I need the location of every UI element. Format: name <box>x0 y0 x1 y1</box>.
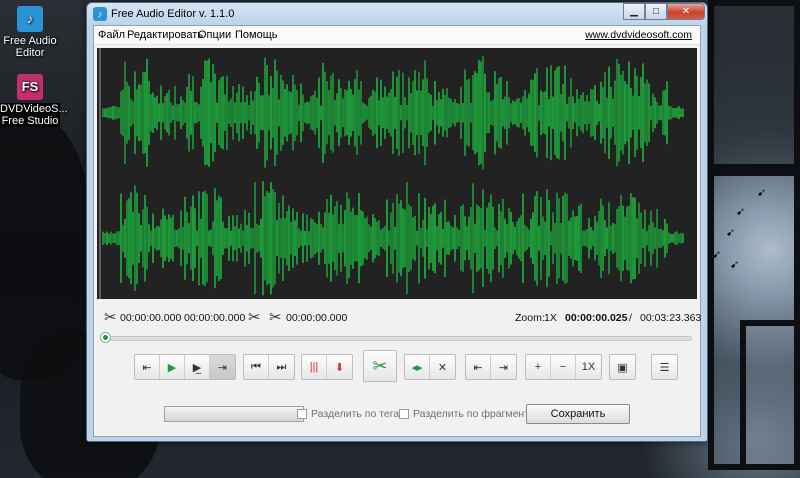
zoom-in-icon: + <box>534 361 542 373</box>
go-to-start-icon: ⇤ <box>473 361 483 374</box>
bird-icon: ➹ <box>757 187 767 199</box>
play-to-end-button[interactable]: ▶̲ <box>185 355 210 379</box>
menu-options[interactable]: Опции <box>198 29 231 41</box>
current-position: 00:00:00.025 <box>565 312 628 324</box>
go-to-end-icon: ⇥ <box>498 361 509 374</box>
split-by-tags-option[interactable]: Разделить по тегам <box>297 408 406 420</box>
window-title: Free Audio Editor v. 1.1.0 <box>111 8 235 20</box>
skip-forward-icon: ⏭ <box>276 360 287 373</box>
skip-back-button[interactable]: ⏮ <box>244 355 269 379</box>
selection-end-scissors-icon[interactable]: ✂ <box>248 308 261 326</box>
cut-button[interactable]: ✂ <box>364 351 396 381</box>
zoom-1x-icon: 1X <box>581 361 596 373</box>
delete-selection-button[interactable]: ✕ <box>430 355 455 379</box>
menu-edit[interactable]: Редактировать <box>127 29 203 41</box>
insert-marker-icon: ⬇ <box>334 361 345 374</box>
time-row: ✂ 00:00:00.000 00:00:00.000 ✂ ✂ 00:00:00… <box>94 308 702 328</box>
bird-icon: ➹ <box>712 249 722 261</box>
audio-editor-app-icon: ♪ <box>17 6 43 32</box>
split-by-fragments-label: Разделить по фрагментам <box>413 408 542 420</box>
save-button[interactable]: Сохранить <box>526 404 630 424</box>
zoom-out-button[interactable]: − <box>551 355 576 379</box>
cut-time: 00:00:00.000 <box>286 312 348 324</box>
website-link[interactable]: www.dvdvideosoft.com <box>585 29 692 41</box>
selection-start-time: 00:00:00.000 <box>120 312 182 324</box>
window-frame-decoration <box>708 0 800 170</box>
maximize-button[interactable]: □ <box>645 3 667 20</box>
toolbar-group: ✂ <box>363 350 397 382</box>
split-by-fragments-checkbox[interactable] <box>399 409 409 419</box>
bird-icon: ➹ <box>730 259 740 271</box>
waveform-graphic <box>99 48 684 299</box>
toolbar-group: ⇤ ⇥ <box>465 354 517 380</box>
bird-icon: ➹ <box>736 206 746 218</box>
progress-bar <box>164 406 304 422</box>
toolbar-group: ▣ <box>609 354 636 380</box>
cut-left-icon: ◂▸ <box>411 361 423 374</box>
menu-file[interactable]: Файл <box>98 29 125 41</box>
toolbar-group: ⏮ ⏭ <box>243 354 295 380</box>
waveform-channel-2 <box>102 181 684 296</box>
cut-icon: ✂ <box>372 355 388 376</box>
seek-bar[interactable] <box>105 336 692 341</box>
free-studio-app-icon: FS <box>17 74 43 100</box>
split-markers-icon: ||| <box>309 361 319 373</box>
bird-icon: ➹ <box>726 227 736 239</box>
time-separator: / <box>629 312 632 324</box>
play-icon: ▶ <box>167 361 177 374</box>
close-button[interactable]: ✕ <box>667 3 705 20</box>
zoom-value: 1X <box>544 312 557 324</box>
play-button[interactable]: ▶ <box>160 355 185 379</box>
desktop-icon-label: Free Audio Editor <box>3 35 57 59</box>
split-by-tags-checkbox[interactable] <box>297 409 307 419</box>
rewind-icon: ⇤ <box>142 361 152 374</box>
waveform-view[interactable] <box>97 48 697 299</box>
minimize-button[interactable]: ▁ <box>623 3 645 20</box>
toolbar-group: + − 1X <box>525 354 602 380</box>
split-by-tags-label: Разделить по тегам <box>311 408 407 420</box>
zoom-in-button[interactable]: + <box>526 355 551 379</box>
image-icon: ▣ <box>617 361 628 374</box>
go-to-start-button[interactable]: ⇤ <box>466 355 491 379</box>
selection-start-scissors-icon[interactable]: ✂ <box>104 308 117 326</box>
delete-selection-icon: ✕ <box>437 361 448 374</box>
window-frame-decoration <box>740 320 800 470</box>
go-to-end-button[interactable]: ⇥ <box>491 355 516 379</box>
app-window: ♪ Free Audio Editor v. 1.1.0 ▁ □ ✕ Файл … <box>86 2 708 442</box>
split-by-fragments-option[interactable]: Разделить по фрагментам <box>399 408 542 420</box>
forward-button[interactable]: ⇥ <box>210 355 235 379</box>
title-bar[interactable]: ♪ Free Audio Editor v. 1.1.0 ▁ □ ✕ <box>87 3 707 25</box>
toolbar-group: ||| ⬇ <box>301 354 353 380</box>
split-markers-button[interactable]: ||| <box>302 355 327 379</box>
zoom-1x-button[interactable]: 1X <box>576 355 601 379</box>
desktop-icon-dvdvideosoft-studio[interactable]: FS DVDVideoS... Free Studio <box>0 74 68 127</box>
menu-bar: Файл Редактировать Опции Помощь www.dvdv… <box>94 26 700 45</box>
toolbar-group: ◂▸ ✕ <box>404 354 456 380</box>
insert-marker-button[interactable]: ⬇ <box>327 355 352 379</box>
skip-forward-button[interactable]: ⏭ <box>269 355 294 379</box>
cut-scissors-icon[interactable]: ✂ <box>269 308 282 326</box>
image-button[interactable]: ▣ <box>610 355 635 379</box>
zoom-label: Zoom: <box>515 312 545 324</box>
desktop-icon-free-audio-editor[interactable]: ♪ Free Audio Editor <box>0 6 60 59</box>
desktop-icon-label: DVDVideoS... Free Studio <box>0 103 68 127</box>
rewind-button[interactable]: ⇤ <box>135 355 160 379</box>
total-duration: 00:03:23.363 <box>640 312 702 324</box>
settings-sliders-icon: ☰ <box>659 361 670 374</box>
forward-icon: ⇥ <box>217 361 228 374</box>
play-to-end-icon: ▶̲ <box>192 361 202 374</box>
waveform-channel-1 <box>102 56 684 170</box>
settings-sliders-button[interactable]: ☰ <box>652 355 677 379</box>
bottom-bar: Разделить по тегам Разделить по фрагмент… <box>94 401 700 425</box>
zoom-out-icon: − <box>559 361 567 373</box>
menu-help[interactable]: Помощь <box>235 29 278 41</box>
seek-thumb[interactable] <box>100 332 111 343</box>
cut-left-button[interactable]: ◂▸ <box>405 355 430 379</box>
toolbar-group: ☰ <box>651 354 678 380</box>
selection-end-time: 00:00:00.000 <box>184 312 246 324</box>
skip-back-icon: ⏮ <box>251 360 261 373</box>
toolbar-group: ⇤ ▶ ▶̲ ⇥ <box>134 354 236 380</box>
app-icon: ♪ <box>93 7 107 21</box>
client-area: Файл Редактировать Опции Помощь www.dvdv… <box>93 25 701 437</box>
